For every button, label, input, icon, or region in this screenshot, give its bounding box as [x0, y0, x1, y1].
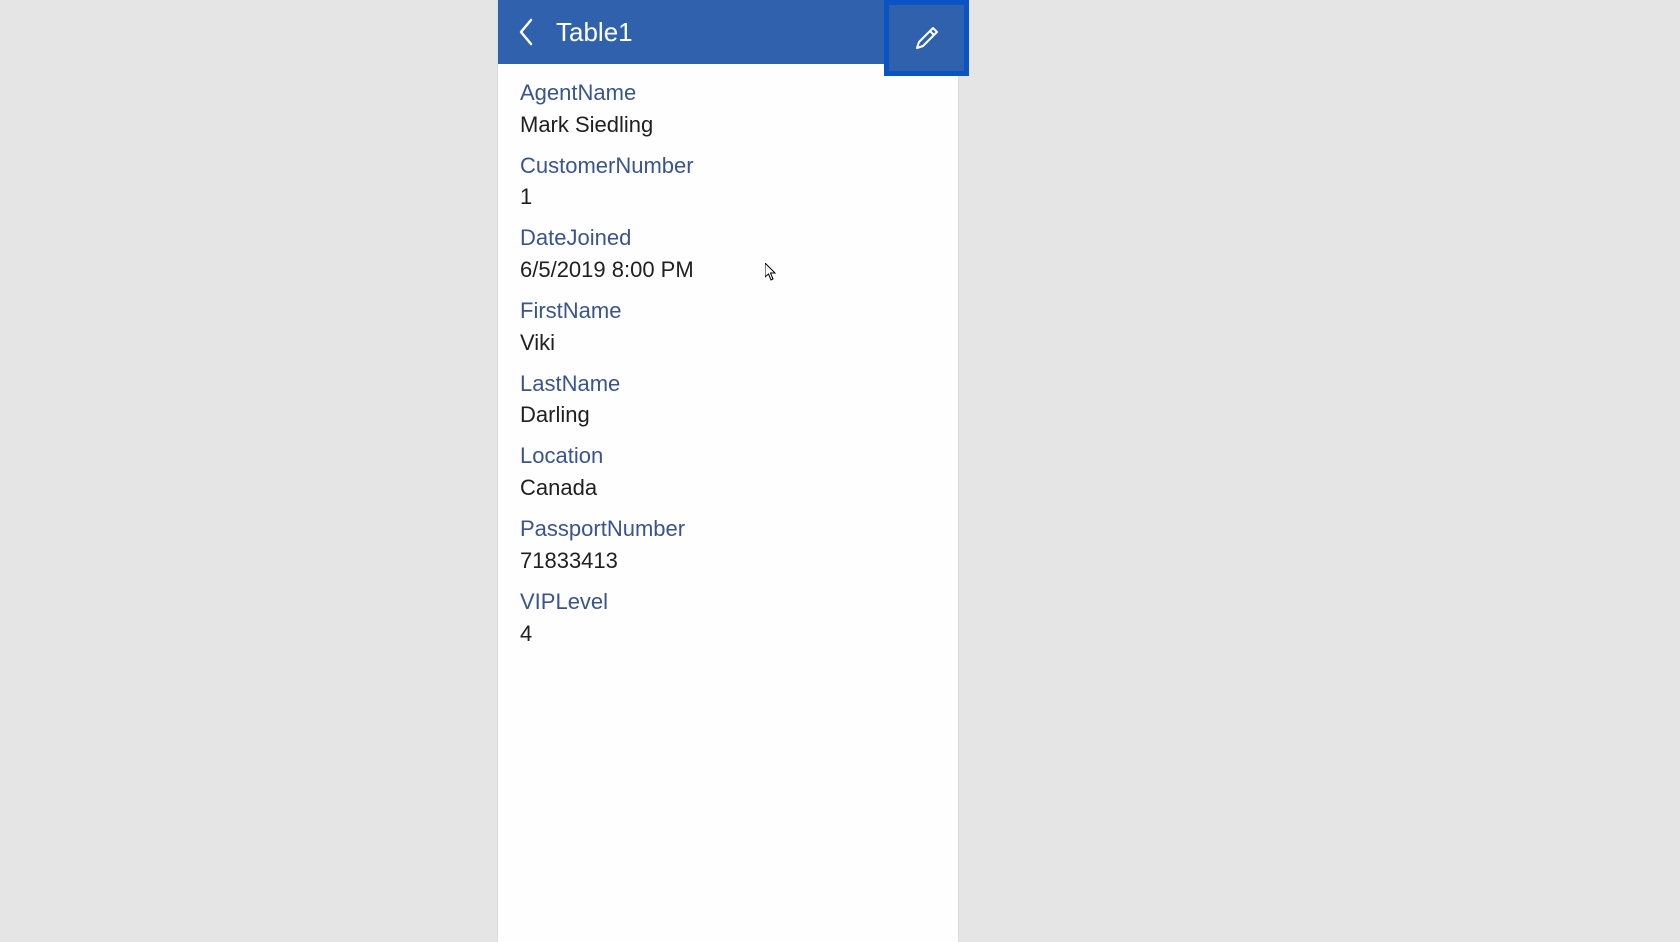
field-label: Location — [520, 441, 936, 471]
field-label: FirstName — [520, 296, 936, 326]
field-passportnumber: PassportNumber 71833413 — [520, 514, 936, 577]
header-bar: Table1 — [498, 0, 958, 64]
field-value: 6/5/2019 8:00 PM — [520, 253, 936, 286]
back-button[interactable] — [506, 0, 546, 64]
field-label: PassportNumber — [520, 514, 936, 544]
field-value: 1 — [520, 180, 936, 213]
pencil-icon — [913, 24, 941, 52]
field-value: Viki — [520, 326, 936, 359]
field-lastname: LastName Darling — [520, 369, 936, 432]
field-location: Location Canada — [520, 441, 936, 504]
field-label: AgentName — [520, 78, 936, 108]
field-label: VIPLevel — [520, 587, 936, 617]
field-value: 4 — [520, 617, 936, 650]
field-viplevel: VIPLevel 4 — [520, 587, 936, 650]
detail-content: AgentName Mark Siedling CustomerNumber 1… — [498, 64, 958, 674]
field-customernumber: CustomerNumber 1 — [520, 151, 936, 214]
chevron-left-icon — [517, 17, 535, 47]
app-frame: Table1 AgentName Mark Siedling CustomerN… — [498, 0, 958, 942]
field-label: CustomerNumber — [520, 151, 936, 181]
field-agentname: AgentName Mark Siedling — [520, 78, 936, 141]
field-value: Canada — [520, 471, 936, 504]
field-label: LastName — [520, 369, 936, 399]
field-value: Mark Siedling — [520, 108, 936, 141]
page-title: Table1 — [556, 17, 900, 48]
field-datejoined: DateJoined 6/5/2019 8:00 PM — [520, 223, 936, 286]
edit-button[interactable] — [889, 5, 964, 71]
field-label: DateJoined — [520, 223, 936, 253]
field-value: Darling — [520, 398, 936, 431]
field-firstname: FirstName Viki — [520, 296, 936, 359]
field-value: 71833413 — [520, 544, 936, 577]
edit-button-highlight — [884, 0, 969, 76]
